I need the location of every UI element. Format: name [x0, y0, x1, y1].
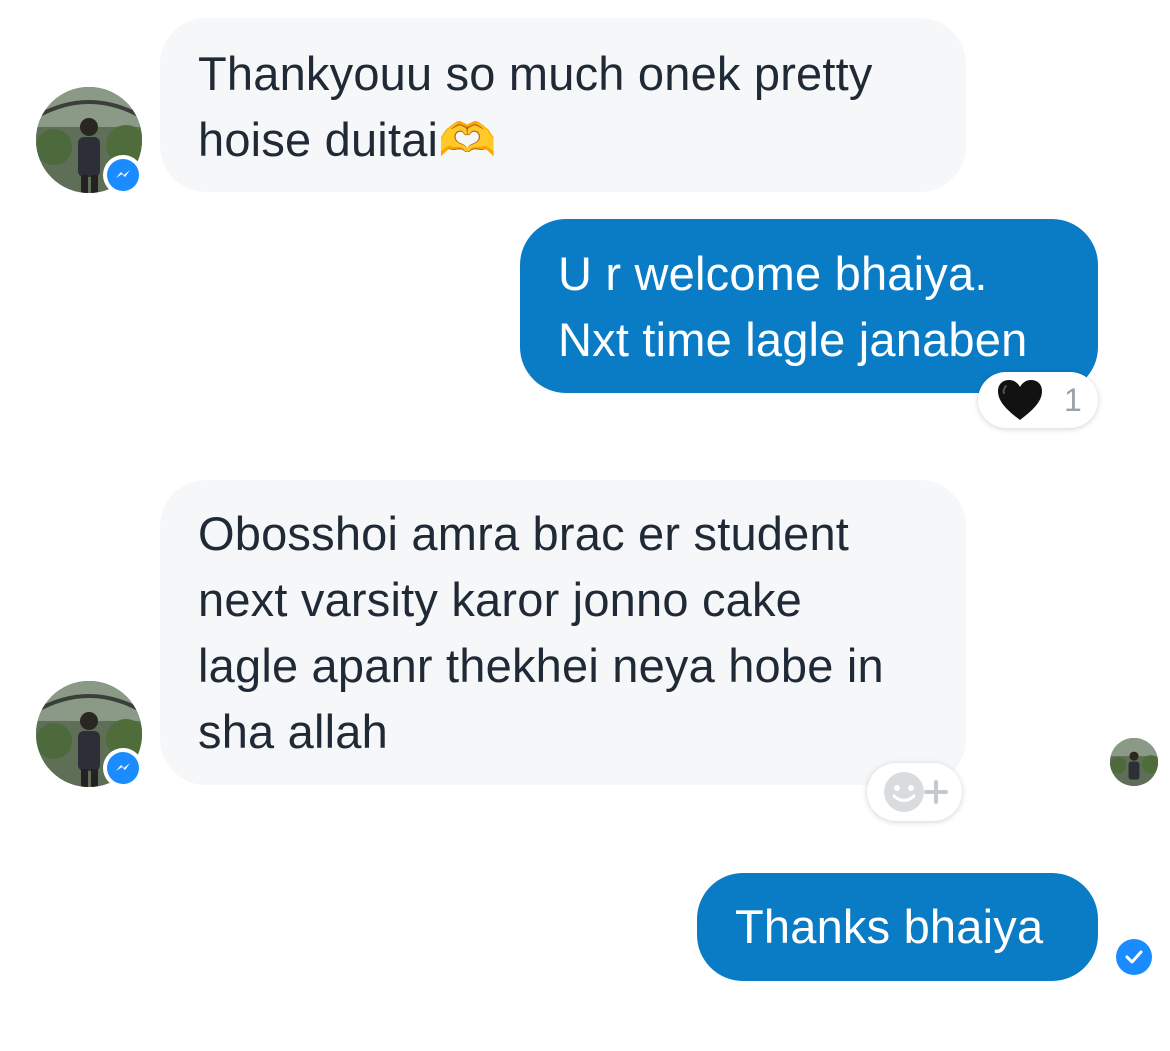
message-bubble-outgoing[interactable]: U r welcome bhaiya. Nxt time lagle janab…	[520, 219, 1098, 393]
message-text: hoise duitai🫶	[198, 113, 497, 166]
add-reaction-icon	[883, 772, 948, 812]
messenger-icon	[103, 748, 143, 788]
message-bubble-incoming[interactable]: Obosshoi amra brac er student next varsi…	[160, 480, 966, 785]
messenger-icon	[103, 155, 143, 195]
message-text: Obosshoi amra brac er student	[198, 507, 850, 560]
message-text: lagle apanr thekhei neya hobe in	[198, 639, 884, 692]
message-text: next varsity karor jonno cake	[198, 573, 803, 626]
message-bubble-incoming[interactable]: Thankyouu so much onek pretty hoise duit…	[160, 18, 966, 192]
reaction-count: 1	[1064, 381, 1082, 418]
black-heart-icon	[998, 380, 1042, 420]
message-text: Thankyouu so much onek pretty	[198, 47, 873, 100]
message-text: U r welcome bhaiya.	[558, 247, 988, 300]
message-text: Nxt time lagle janaben	[558, 313, 1028, 366]
check-circle-icon	[1116, 939, 1152, 975]
message-bubble-outgoing[interactable]: Thanks bhaiya	[697, 873, 1098, 981]
message-reaction[interactable]: 1	[978, 372, 1098, 428]
add-reaction-button[interactable]	[867, 763, 962, 821]
seen-avatar-icon	[1110, 738, 1158, 786]
message-text: sha allah	[198, 705, 388, 758]
message-text: Thanks bhaiya	[735, 900, 1044, 953]
